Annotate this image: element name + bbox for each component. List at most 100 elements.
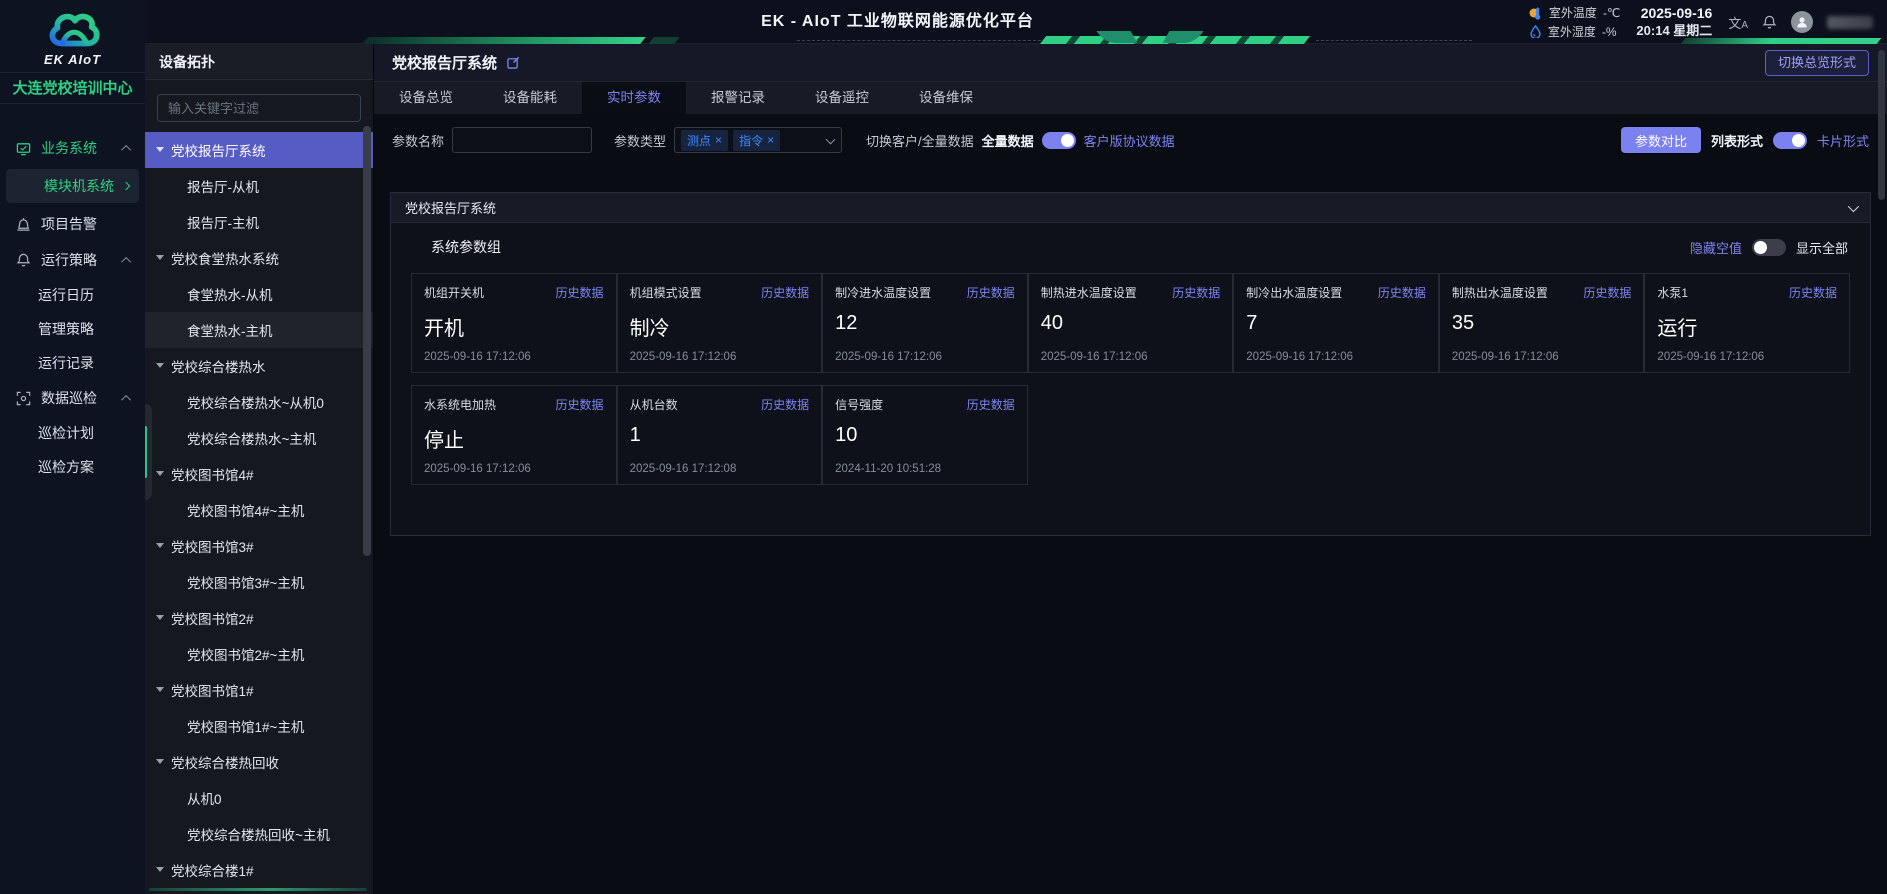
tree-node[interactable]: 党校图书馆1#~主机	[145, 708, 373, 744]
history-data-link[interactable]: 历史数据	[1378, 284, 1426, 301]
tree-node[interactable]: 党校综合楼热水~主机	[145, 420, 373, 456]
caret-down-icon[interactable]	[156, 543, 164, 548]
language-switch-icon[interactable]: 文A	[1728, 13, 1748, 32]
sidebar-item-inspection-scheme[interactable]: 巡检方案	[0, 450, 145, 484]
param-card[interactable]: 信号强度历史数据 10 2024-11-20 10:51:28	[822, 385, 1028, 485]
param-type-select[interactable]: 测点× 指令×	[674, 127, 842, 153]
full-data-toggle[interactable]	[1042, 132, 1076, 149]
tree-horizontal-scrollbar[interactable]	[149, 888, 367, 891]
tree-search-input[interactable]	[157, 94, 361, 122]
tree-node[interactable]: 党校食堂热水系统	[145, 240, 373, 276]
tab-alarm-records[interactable]: 报警记录	[686, 82, 790, 114]
param-card[interactable]: 水泵1历史数据 运行 2025-09-16 17:12:06	[1644, 273, 1850, 373]
tab-device-energy[interactable]: 设备能耗	[478, 82, 582, 114]
tag-remove-icon[interactable]: ×	[767, 133, 774, 147]
history-data-link[interactable]: 历史数据	[1789, 284, 1837, 301]
param-card[interactable]: 制冷出水温度设置历史数据 7 2025-09-16 17:12:06	[1233, 273, 1439, 373]
tree-scrollbar[interactable]	[363, 126, 371, 556]
sidebar-item-run-records[interactable]: 运行记录	[0, 346, 145, 380]
weather-widget: 室外温度 -℃ 室外湿度 -%	[1529, 4, 1621, 40]
tree-node[interactable]: 党校图书馆2#	[145, 600, 373, 636]
sidebar: EK AIoT 大连党校培训中心 业务系统 模块机系统 项目告警	[0, 0, 145, 894]
tree-node[interactable]: 党校图书馆3#	[145, 528, 373, 564]
sidebar-item-data-inspection[interactable]: 数据巡检	[0, 380, 145, 416]
sidebar-item-run-strategy[interactable]: 运行策略	[0, 242, 145, 278]
tree-node[interactable]: 党校综合楼热回收	[145, 744, 373, 780]
tree-node[interactable]: 党校图书馆4#	[145, 456, 373, 492]
tree-node[interactable]: 党校图书馆3#~主机	[145, 564, 373, 600]
param-card[interactable]: 机组开关机历史数据 开机 2025-09-16 17:12:06	[411, 273, 617, 373]
page-title: 党校报告厅系统	[392, 52, 497, 73]
caret-down-icon[interactable]	[156, 867, 164, 872]
history-data-link[interactable]: 历史数据	[556, 284, 604, 301]
param-card[interactable]: 制冷进水温度设置历史数据 12 2025-09-16 17:12:06	[822, 273, 1028, 373]
sidebar-item-manage-strategy[interactable]: 管理策略	[0, 312, 145, 346]
chevron-down-icon	[1848, 200, 1859, 211]
history-data-link[interactable]: 历史数据	[967, 284, 1015, 301]
history-data-link[interactable]: 历史数据	[1583, 284, 1631, 301]
caret-down-icon[interactable]	[156, 687, 164, 692]
sidebar-item-project-alarm[interactable]: 项目告警	[0, 206, 145, 242]
sidebar-item-run-calendar[interactable]: 运行日历	[0, 278, 145, 312]
collapse-caret-icon	[121, 256, 131, 266]
system-panel-header[interactable]: 党校报告厅系统	[391, 193, 1870, 223]
hide-empty-toggle[interactable]	[1752, 239, 1786, 256]
device-tree: 党校报告厅系统 报告厅-从机 报告厅-主机 党校食堂热水系统 食堂热水-从机 食…	[145, 132, 373, 888]
tab-realtime-params[interactable]: 实时参数	[582, 82, 686, 114]
tab-device-overview[interactable]: 设备总览	[374, 82, 478, 114]
sidebar-item-inspection-plan[interactable]: 巡检计划	[0, 416, 145, 450]
system-panel-title: 党校报告厅系统	[405, 198, 496, 217]
view-mode-toggle[interactable]	[1773, 132, 1807, 149]
tree-node[interactable]: 报告厅-从机	[145, 168, 373, 204]
toggle-knob	[1754, 241, 1767, 254]
param-card[interactable]: 制热出水温度设置历史数据 35 2025-09-16 17:12:06	[1439, 273, 1645, 373]
edit-icon[interactable]	[507, 56, 520, 69]
param-card[interactable]: 从机台数历史数据 1 2025-09-16 17:12:08	[617, 385, 823, 485]
tag-remove-icon[interactable]: ×	[715, 133, 722, 147]
param-name-input[interactable]	[452, 127, 592, 153]
tree-node[interactable]: 党校报告厅系统	[145, 132, 373, 168]
outdoor-temperature-value: -℃	[1603, 6, 1620, 20]
tree-node[interactable]: 党校综合楼热水~从机0	[145, 384, 373, 420]
thermometer-icon	[1529, 6, 1543, 20]
caret-down-icon[interactable]	[156, 471, 164, 476]
tab-device-remote-control[interactable]: 设备遥控	[790, 82, 894, 114]
tree-node[interactable]: 食堂热水-从机	[145, 276, 373, 312]
tree-node[interactable]: 党校图书馆1#	[145, 672, 373, 708]
tree-node[interactable]: 党校图书馆2#~主机	[145, 636, 373, 672]
tree-node[interactable]: 党校图书馆4#~主机	[145, 492, 373, 528]
history-data-link[interactable]: 历史数据	[1172, 284, 1220, 301]
user-avatar[interactable]	[1791, 11, 1813, 33]
caret-down-icon[interactable]	[156, 147, 164, 152]
caret-down-icon[interactable]	[156, 759, 164, 764]
toggle-knob	[1061, 134, 1074, 147]
tree-node[interactable]: 党校综合楼热水	[145, 348, 373, 384]
param-compare-button[interactable]: 参数对比	[1621, 127, 1701, 153]
tree-node[interactable]: 食堂热水-主机	[145, 312, 373, 348]
param-card[interactable]: 机组模式设置历史数据 制冷 2025-09-16 17:12:06	[617, 273, 823, 373]
tree-node[interactable]: 从机0	[145, 780, 373, 816]
main-scrollbar[interactable]	[1878, 50, 1885, 200]
switch-overview-mode-button[interactable]: 切换总览形式	[1765, 50, 1869, 76]
history-data-link[interactable]: 历史数据	[556, 396, 604, 413]
device-tree-title: 设备拓扑	[145, 44, 373, 80]
caret-down-icon[interactable]	[156, 363, 164, 368]
history-data-link[interactable]: 历史数据	[761, 396, 809, 413]
show-all-label: 显示全部	[1796, 238, 1848, 257]
sidebar-item-business-system[interactable]: 业务系统	[0, 130, 145, 166]
param-card[interactable]: 制热进水温度设置历史数据 40 2025-09-16 17:12:06	[1028, 273, 1234, 373]
tab-device-maintenance[interactable]: 设备维保	[894, 82, 998, 114]
param-card[interactable]: 水系统电加热历史数据 停止 2025-09-16 17:12:06	[411, 385, 617, 485]
user-name-redacted[interactable]	[1827, 16, 1873, 29]
tree-node[interactable]: 党校综合楼1#	[145, 852, 373, 888]
system-panel: 党校报告厅系统 系统参数组 隐藏空值 显示全部 机组开关机历史数据 开机 202…	[390, 192, 1871, 536]
history-data-link[interactable]: 历史数据	[761, 284, 809, 301]
tree-node[interactable]: 党校综合楼热回收~主机	[145, 816, 373, 852]
switch-scope-label: 切换客户/全量数据	[866, 131, 974, 150]
caret-down-icon[interactable]	[156, 615, 164, 620]
history-data-link[interactable]: 历史数据	[967, 396, 1015, 413]
sidebar-item-module-unit-system[interactable]: 模块机系统	[6, 169, 139, 203]
caret-down-icon[interactable]	[156, 255, 164, 260]
tree-node[interactable]: 报告厅-主机	[145, 204, 373, 240]
bell-icon[interactable]	[1762, 15, 1777, 30]
